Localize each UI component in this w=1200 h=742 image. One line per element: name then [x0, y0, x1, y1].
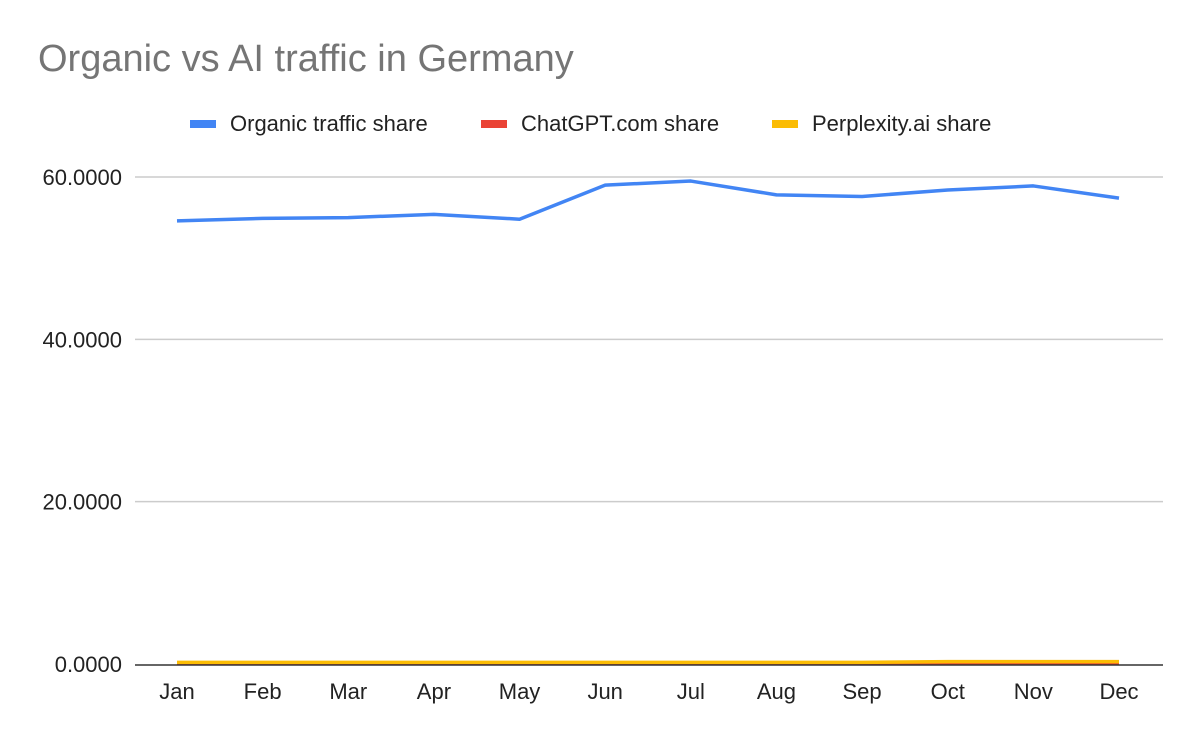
x-tick-label: Nov — [1014, 679, 1053, 704]
series-line[interactable] — [176, 179, 1120, 223]
y-tick-label: 0.0000 — [55, 652, 122, 677]
x-tick-label: Sep — [843, 679, 882, 704]
x-tick-label: Dec — [1099, 679, 1138, 704]
x-tick-label: Feb — [244, 679, 282, 704]
y-tick-label: 20.0000 — [42, 490, 122, 515]
x-tick-label: Jul — [677, 679, 705, 704]
y-axis-ticks: 0.0000 20.0000 40.0000 60.0000 — [42, 165, 122, 677]
series-organic-traffic-share — [176, 179, 1120, 223]
x-tick-label: Aug — [757, 679, 796, 704]
x-tick-label: Mar — [329, 679, 367, 704]
series-lines — [176, 179, 1120, 665]
x-tick-label: Oct — [931, 679, 965, 704]
x-tick-label: Apr — [417, 679, 451, 704]
y-tick-label: 60.0000 — [42, 165, 122, 190]
series-perplexity-ai-share — [177, 659, 1119, 665]
gridlines — [135, 176, 1163, 503]
x-tick-label: May — [499, 679, 541, 704]
x-axis-ticks: Jan Feb Mar Apr May Jun Jul Aug Sep Oct Nov Dec — [159, 679, 1138, 704]
x-tick-label: Jan — [159, 679, 194, 704]
plot-area: 0.0000 20.0000 40.0000 60.0000 Jan Feb Mar Apr… — [42, 165, 1163, 704]
x-tick-label: Jun — [587, 679, 622, 704]
y-tick-label: 40.0000 — [42, 327, 122, 352]
series-line[interactable] — [177, 659, 1119, 665]
